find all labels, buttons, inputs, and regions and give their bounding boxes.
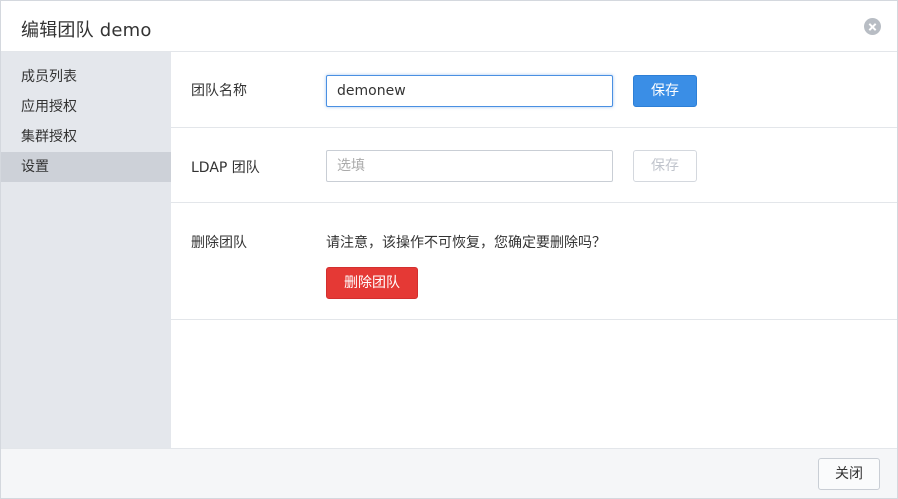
delete-warning-text: 请注意，该操作不可恢复，您确定要删除吗？ bbox=[326, 235, 606, 251]
delete-team-section: 删除团队 请注意，该操作不可恢复，您确定要删除吗？ 删除团队 bbox=[171, 203, 897, 320]
ldap-label: LDAP 团队 bbox=[191, 160, 260, 176]
dialog-footer: 关闭 bbox=[1, 448, 897, 498]
team-name-section: 团队名称 保存 bbox=[171, 52, 897, 128]
ldap-section: LDAP 团队 保存 bbox=[171, 128, 897, 203]
ldap-input[interactable] bbox=[326, 150, 613, 182]
team-name-label: 团队名称 bbox=[191, 83, 247, 99]
delete-team-label: 删除团队 bbox=[191, 235, 247, 251]
close-icon[interactable] bbox=[864, 18, 881, 35]
close-button[interactable]: 关闭 bbox=[818, 458, 880, 490]
save-ldap-button[interactable]: 保存 bbox=[633, 150, 697, 182]
settings-panel: 团队名称 保存 LDAP 团队 保存 删除团队 请注意，该操作不可恢复，您确定要… bbox=[171, 52, 897, 448]
dialog-header: 编辑团队 demo bbox=[1, 1, 897, 52]
edit-team-dialog: 编辑团队 demo 成员列表 应用授权 集群授权 设置 团队名称 保存 LDAP… bbox=[0, 0, 898, 499]
sidebar-item-settings[interactable]: 设置 bbox=[1, 152, 171, 182]
dialog-title: 编辑团队 demo bbox=[21, 20, 152, 41]
sidebar-item-cluster-auth[interactable]: 集群授权 bbox=[1, 122, 171, 152]
sidebar-item-members[interactable]: 成员列表 bbox=[1, 62, 171, 92]
team-name-input[interactable] bbox=[326, 75, 613, 107]
save-team-name-button[interactable]: 保存 bbox=[633, 75, 697, 107]
sidebar-item-app-auth[interactable]: 应用授权 bbox=[1, 92, 171, 122]
delete-team-button[interactable]: 删除团队 bbox=[326, 267, 418, 299]
sidebar: 成员列表 应用授权 集群授权 设置 bbox=[1, 52, 171, 448]
